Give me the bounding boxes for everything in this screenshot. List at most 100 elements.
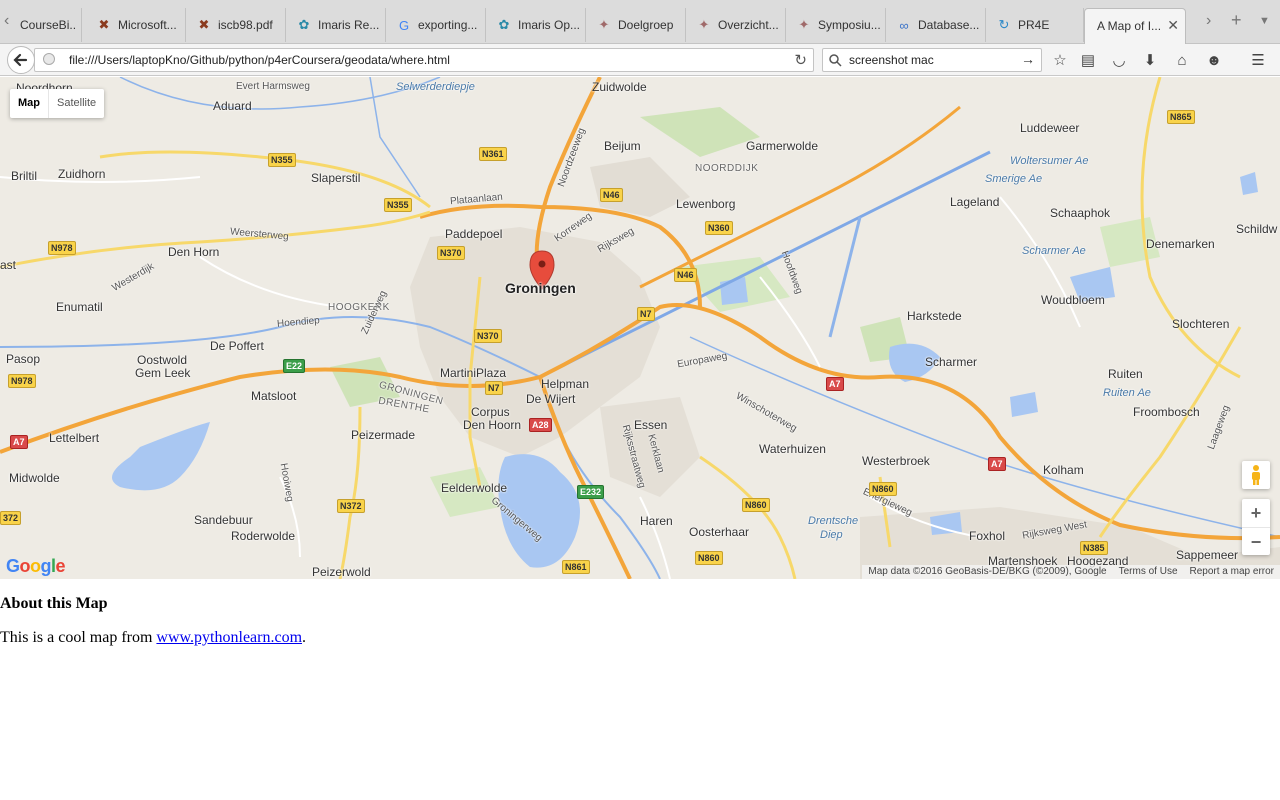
- place-label: Sandebuur: [194, 513, 253, 527]
- search-bar[interactable]: screenshot mac →: [822, 48, 1042, 72]
- place-label: Briltil: [11, 169, 37, 183]
- close-tab-icon[interactable]: ✕: [1167, 17, 1179, 34]
- search-go-icon[interactable]: →: [1021, 51, 1035, 67]
- chat-icon[interactable]: ☻: [1204, 50, 1224, 70]
- tab-label: exporting...: [418, 18, 478, 32]
- star-icon: ✦: [798, 17, 810, 32]
- street-view-pegman[interactable]: [1242, 461, 1270, 489]
- place-label: Den Hoorn: [463, 418, 522, 432]
- place-label: Slaperstil: [311, 171, 361, 185]
- road-shield: N46: [674, 268, 697, 282]
- zoom-in-button[interactable]: +: [1242, 499, 1270, 528]
- place-label: Waterhuizen: [759, 442, 826, 456]
- paragraph-end: .: [302, 629, 307, 646]
- tab-label: Imaris Re...: [318, 18, 380, 32]
- road-shield: N46: [600, 188, 623, 202]
- imaris-icon: ✿: [498, 17, 510, 32]
- tab[interactable]: ∞ Database...: [886, 8, 986, 42]
- tab-label: Microsoft...: [118, 18, 177, 32]
- tab-label: Doelgroep: [618, 18, 674, 32]
- place-label: Scharmer Ae: [1022, 245, 1086, 257]
- google-logo[interactable]: Google: [6, 556, 66, 577]
- google-map[interactable]: Noordhorn Aduard Zuidwolde Beijum Garmerwold…: [0, 77, 1280, 579]
- tab[interactable]: ✖ Microsoft...: [86, 8, 186, 42]
- imaris-icon: ✿: [298, 17, 310, 32]
- place-label: De Wijert: [526, 392, 576, 406]
- place-label: Eelderwolde: [441, 481, 508, 495]
- tab-active[interactable]: A Map of I... ✕: [1084, 8, 1186, 45]
- google-icon: G: [398, 17, 410, 33]
- road-shield: E22: [283, 359, 306, 373]
- download-icon[interactable]: ⬇: [1140, 50, 1160, 70]
- back-button[interactable]: [7, 46, 35, 74]
- place-label: Selwerderdiepje: [396, 81, 475, 93]
- road-shield: E232: [577, 485, 605, 499]
- tab-label: Imaris Op...: [518, 18, 581, 32]
- road-shield: N861: [562, 560, 590, 574]
- place-label: Ruiten Ae: [1103, 387, 1151, 399]
- document-icon: ✖: [98, 17, 110, 32]
- page-heading: About this Map: [0, 595, 108, 612]
- road-shield: N372: [337, 499, 365, 513]
- back-arrow-icon: [13, 53, 28, 67]
- road-shield: N360: [705, 221, 733, 235]
- tab[interactable]: Gexporting...: [386, 8, 486, 42]
- place-label: Gem Leek: [135, 366, 191, 380]
- map-type-satellite-button[interactable]: Satellite: [49, 89, 104, 118]
- place-label: Schildw: [1236, 222, 1278, 236]
- road-shield: N370: [474, 329, 502, 343]
- road-shield: A28: [529, 418, 552, 432]
- reading-list-icon[interactable]: ▤: [1078, 50, 1098, 70]
- tab-list-icon[interactable]: ▼: [1259, 15, 1270, 27]
- tab[interactable]: ✿ Imaris Re...: [286, 8, 386, 42]
- place-label: Diep: [820, 529, 843, 541]
- tab[interactable]: ✦ Overzicht...: [686, 8, 786, 42]
- tab-label: Database...: [918, 18, 980, 32]
- place-label: Oostwold: [137, 353, 188, 367]
- pegman-icon: [1252, 465, 1260, 485]
- road-shield: N978: [48, 241, 76, 255]
- terms-of-use-link[interactable]: Terms of Use: [1113, 565, 1184, 579]
- place-label: Pasop: [6, 352, 41, 366]
- place-label: Matsloot: [251, 389, 297, 403]
- tab[interactable]: ✦ Symposiu...: [786, 8, 886, 42]
- new-tab-icon[interactable]: +: [1231, 10, 1242, 31]
- reload-icon[interactable]: ↻: [794, 51, 807, 69]
- tab[interactable]: ✖ iscb98.pdf: [186, 8, 286, 42]
- place-label: Aduard: [213, 99, 252, 113]
- place-label: Zuidhorn: [58, 167, 106, 181]
- url-bar[interactable]: file:///Users/laptopKno/Github/python/p4…: [34, 48, 814, 72]
- place-label: Luddeweer: [1020, 121, 1080, 135]
- report-map-error-link[interactable]: Report a map error: [1184, 565, 1280, 579]
- document-icon: ✖: [198, 17, 210, 32]
- tab-bar: ‹ ▦CourseBi... ✖ Microsoft... ✖ iscb98.pdf ✿ I…: [0, 0, 1280, 45]
- place-label: Lettelbert: [49, 431, 100, 445]
- zoom-out-button[interactable]: −: [1242, 528, 1270, 556]
- place-label: Roderwolde: [231, 529, 296, 543]
- pythonlearn-link[interactable]: www.pythonlearn.com: [156, 629, 302, 646]
- tab-scroll-left-icon[interactable]: ‹: [4, 12, 9, 30]
- place-label: Foxhol: [969, 529, 1006, 543]
- tab[interactable]: ✿ Imaris Op...: [486, 8, 586, 42]
- place-label: Drentsche: [808, 515, 859, 527]
- place-label: Froombosch: [1133, 405, 1200, 419]
- tab[interactable]: ▦CourseBi...: [20, 8, 82, 42]
- road-shield: N385: [1080, 541, 1108, 555]
- place-label: NOORDDIJK: [695, 163, 759, 174]
- map-type-map-button[interactable]: Map: [10, 89, 49, 118]
- tab[interactable]: ✦ Doelgroep: [586, 8, 686, 42]
- bookmark-star-icon[interactable]: ☆: [1050, 50, 1070, 70]
- place-label: Den Horn: [168, 245, 220, 259]
- refresh-icon: ↻: [998, 17, 1010, 32]
- tab-scroll-right-icon[interactable]: ›: [1206, 12, 1211, 30]
- place-label: Woudbloem: [1041, 293, 1105, 307]
- menu-icon[interactable]: ☰: [1248, 50, 1268, 70]
- place-label: Woltersumer Ae: [1010, 155, 1089, 167]
- road-shield: N7: [637, 307, 655, 321]
- page-content: About this Map This is a cool map from w…: [0, 579, 1280, 647]
- site-info-icon[interactable]: [43, 53, 55, 65]
- tab[interactable]: ↻ PR4E: [986, 8, 1084, 42]
- place-label: Scharmer: [925, 355, 978, 369]
- pocket-icon[interactable]: ◡: [1109, 50, 1129, 70]
- home-icon[interactable]: ⌂: [1172, 50, 1192, 70]
